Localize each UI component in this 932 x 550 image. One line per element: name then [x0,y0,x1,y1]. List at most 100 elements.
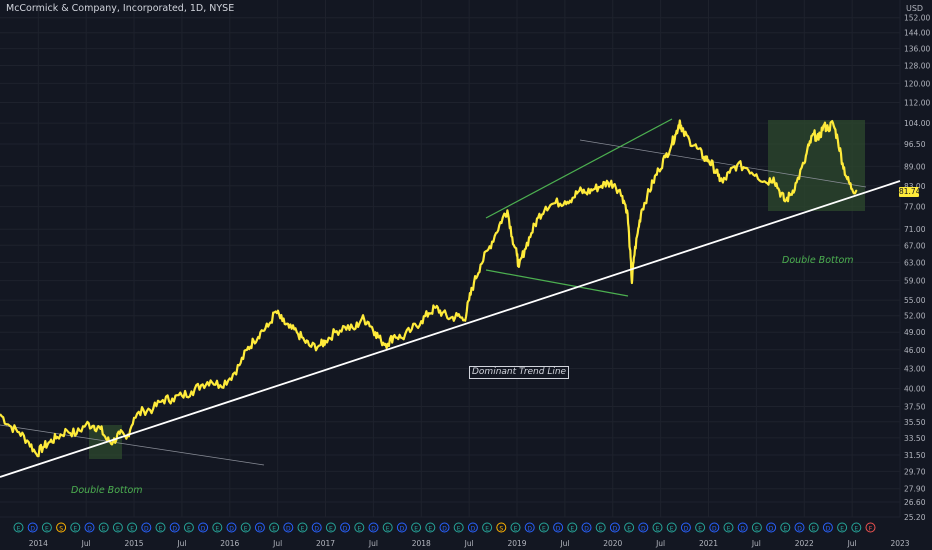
x-tick-label: 2017 [316,539,335,548]
event-marker-label: E [428,526,432,533]
event-marker-label: E [386,526,390,533]
y-tick-label: 49.00 [904,328,926,337]
y-tick-label: 26.60 [904,498,926,507]
event-marker-label: E [457,526,461,533]
event-marker-label: D [712,526,717,533]
event-marker-label: E [116,526,120,533]
event-marker-label: D [584,526,589,533]
event-marker-label: E [514,526,518,533]
event-marker-label: D [471,526,476,533]
y-tick-label: 120.00 [904,79,930,88]
x-tick-label: Jul [559,539,569,548]
x-tick-label: 2015 [124,539,143,548]
event-marker-label: D [371,526,376,533]
event-marker-label: D [201,526,206,533]
double-bottom-label-1: Double Bottom [71,485,143,496]
event-marker-label: E [329,526,333,533]
event-marker-label: E [272,526,276,533]
event-marker-label: E [656,526,660,533]
event-marker-label: E [698,526,702,533]
event-marker-label: E [485,526,489,533]
y-tick-label: 71.00 [904,225,926,234]
y-tick-label: 27.90 [904,485,926,494]
x-tick-label: Jul [176,539,186,548]
x-tick-label: 2018 [412,539,431,548]
x-tick-label: Jul [655,539,665,548]
event-marker-label: F [869,526,873,533]
event-marker-label: E [45,526,49,533]
x-tick-label: Jul [81,539,91,548]
event-marker-label: E [414,526,418,533]
y-tick-label: 43.00 [904,365,926,374]
y-tick-label: 40.00 [904,385,926,394]
y-tick-label: 35.50 [904,418,926,427]
event-marker-label: E [187,526,191,533]
event-marker-label: D [30,526,35,533]
x-tick-label: Jul [751,539,761,548]
x-tick-label: Jul [368,539,378,548]
event-marker-label: E [17,526,21,533]
event-marker-label: D [684,526,689,533]
y-tick-label: 29.70 [904,467,926,476]
x-tick-label: 2022 [795,539,814,548]
event-marker-label: E [570,526,574,533]
event-marker-label: E [812,526,816,533]
event-marker-label: E [244,526,248,533]
event-marker-label: D [258,526,263,533]
event-marker-label: E [357,526,361,533]
event-marker-label: E [215,526,219,533]
x-tick-label: 2021 [699,539,718,548]
event-marker-label: E [599,526,603,533]
event-marker-label: D [613,526,618,533]
y-tick-label: 31.50 [904,451,926,460]
event-marker-label: E [755,526,759,533]
event-marker-label: D [769,526,774,533]
y-tick-label: 96.50 [904,140,926,149]
event-marker-label: D [87,526,92,533]
event-marker-label: D [286,526,291,533]
event-marker-label: D [314,526,319,533]
event-marker-label: D [144,526,149,533]
y-tick-label: 152.00 [904,14,930,23]
event-marker-label: E [670,526,674,533]
event-marker-label: E [73,526,77,533]
y-tick-label: 33.50 [904,434,926,443]
event-marker-label: D [797,526,802,533]
event-marker-label: E [783,526,787,533]
trend-line-label: Dominant Trend Line [469,366,570,379]
y-tick-label: 128.00 [904,61,930,70]
event-marker-label: S [499,526,503,533]
symbol-title: McCormick & Company, Incorporated, 1D, N… [6,3,235,14]
y-tick-label: 59.00 [904,277,926,286]
x-tick-label: Jul [847,539,857,548]
event-marker-label: E [102,526,106,533]
event-marker-label: D [641,526,646,533]
double-bottom-label-2: Double Bottom [782,255,854,266]
y-tick-label: 67.00 [904,241,926,250]
y-tick-label: 55.00 [904,296,926,305]
y-tick-label: 104.00 [904,119,930,128]
event-marker-label: E [130,526,134,533]
event-marker-label: E [542,526,546,533]
event-marker-label: S [59,526,63,533]
event-marker-label: D [527,526,532,533]
event-marker-label: E [727,526,731,533]
y-tick-label: 136.00 [904,45,930,54]
y-tick-label: 77.00 [904,203,926,212]
y-tick-label: 63.00 [904,258,926,267]
last-price-tag: 81.74 [899,187,921,197]
event-marker-label: E [159,526,163,533]
x-tick-label: 2014 [29,539,48,548]
event-marker-label: E [627,526,631,533]
y-tick-label: 144.00 [904,29,930,38]
y-tick-label: 89.00 [904,162,926,171]
event-marker-label: D [826,526,831,533]
x-tick-label: Jul [272,539,282,548]
event-marker-label: D [229,526,234,533]
x-tick-label: 2019 [507,539,526,548]
y-tick-label: 46.00 [904,346,926,355]
chart-canvas: 25.20 26.60 27.90 29.70 31.50 33.50 35.50 37.50… [0,0,932,550]
x-tick-label: 2016 [220,539,239,548]
y-tick-label: 25.20 [904,513,926,522]
event-marker-label: D [556,526,561,533]
